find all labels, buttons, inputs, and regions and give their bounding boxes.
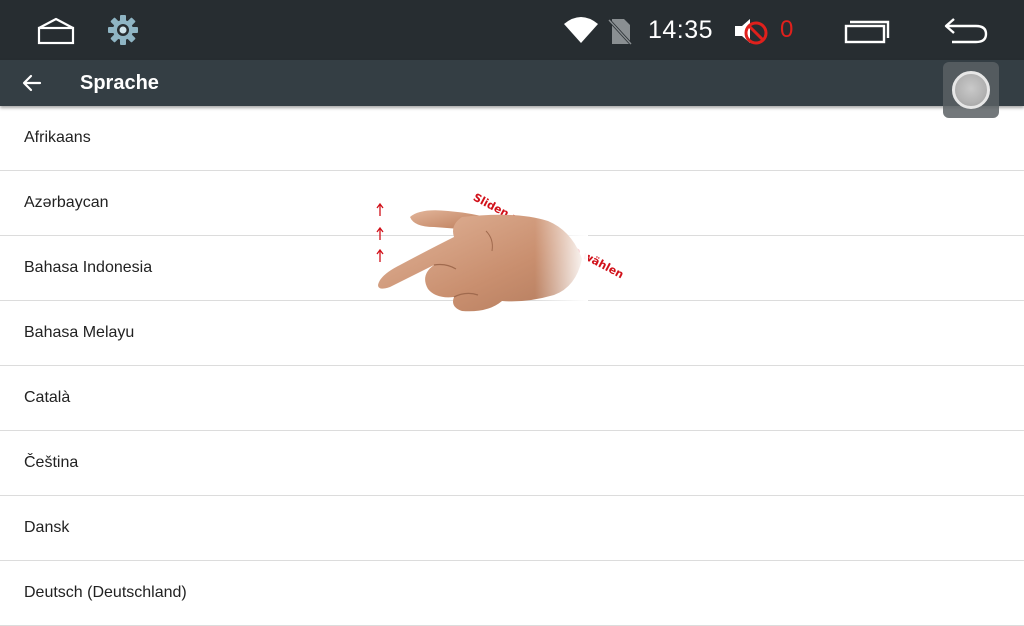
list-item[interactable]: Čeština bbox=[0, 431, 1024, 496]
assistive-touch-knob bbox=[952, 71, 990, 109]
page-title: Sprache bbox=[80, 72, 159, 94]
list-item-label: Dansk bbox=[24, 519, 70, 536]
home-icon[interactable] bbox=[36, 16, 76, 46]
back-arrow-icon[interactable] bbox=[20, 71, 44, 95]
status-bar: 14:35 0 bbox=[0, 0, 1024, 60]
list-item-label: Bahasa Indonesia bbox=[24, 259, 153, 276]
gear-icon[interactable] bbox=[106, 13, 140, 47]
pointing-hand-icon bbox=[376, 203, 588, 321]
language-list[interactable]: Afrikaans Azərbaycan Bahasa Indonesia Ba… bbox=[0, 106, 1024, 626]
notification-count: 0 bbox=[780, 16, 794, 43]
list-item[interactable]: Deutsch (Deutschland) bbox=[0, 561, 1024, 626]
wifi-icon bbox=[563, 16, 599, 44]
no-signal-icon bbox=[606, 16, 634, 46]
list-item-label: Čeština bbox=[24, 454, 79, 471]
assistive-touch-button[interactable] bbox=[943, 62, 999, 118]
list-item-label: Bahasa Melayu bbox=[24, 324, 135, 341]
list-item-label: Deutsch (Deutschland) bbox=[24, 584, 187, 601]
volume-muted-icon[interactable] bbox=[733, 15, 771, 47]
list-item-label: Afrikaans bbox=[24, 129, 91, 146]
list-item[interactable]: Dansk bbox=[0, 496, 1024, 561]
recents-icon[interactable] bbox=[842, 17, 890, 45]
action-bar: Sprache bbox=[0, 60, 1024, 106]
list-item[interactable]: Català bbox=[0, 366, 1024, 431]
back-icon[interactable] bbox=[942, 15, 990, 45]
list-item-label: Català bbox=[24, 389, 71, 406]
list-item[interactable]: Afrikaans bbox=[0, 106, 1024, 171]
clock-time: 14:35 bbox=[648, 15, 714, 44]
list-item-label: Azərbaycan bbox=[24, 194, 109, 211]
